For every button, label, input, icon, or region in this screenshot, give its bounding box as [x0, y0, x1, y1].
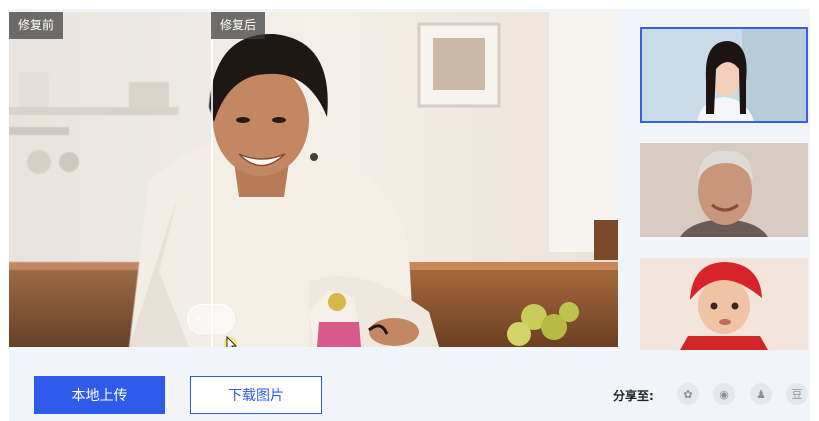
elderly-man-photo [640, 143, 808, 237]
share-label: 分享至: [613, 389, 654, 403]
chevron-right-icon: › [220, 311, 226, 327]
before-label: 修复前 [9, 12, 64, 39]
compare-divider[interactable] [211, 12, 213, 347]
compare-slider-handle[interactable]: ‹ › [187, 304, 235, 334]
qq-icon[interactable]: ♟ [750, 383, 772, 405]
after-label: 修复后 [211, 12, 266, 39]
before-photo [9, 12, 211, 347]
chevron-left-icon: ‹ [196, 311, 202, 327]
local-upload-button[interactable]: 本地上传 [34, 376, 165, 414]
thumbnail-elderly-man[interactable] [640, 143, 808, 237]
douban-icon[interactable]: 豆 [786, 383, 808, 405]
qq-zone-icon[interactable]: ✿ [677, 383, 699, 405]
thumbnail-young-woman[interactable] [640, 27, 808, 123]
thumbnail-child-red-hat[interactable] [640, 258, 808, 350]
young-woman-photo [642, 29, 806, 121]
download-image-button[interactable]: 下载图片 [190, 376, 322, 414]
mouse-cursor-icon [224, 336, 238, 347]
weibo-icon[interactable]: ◉ [713, 383, 735, 405]
before-photo-region [9, 12, 211, 347]
child-red-hat-photo [640, 258, 808, 350]
image-compare-viewer[interactable]: 修复前 修复后 ‹ › [9, 12, 618, 347]
